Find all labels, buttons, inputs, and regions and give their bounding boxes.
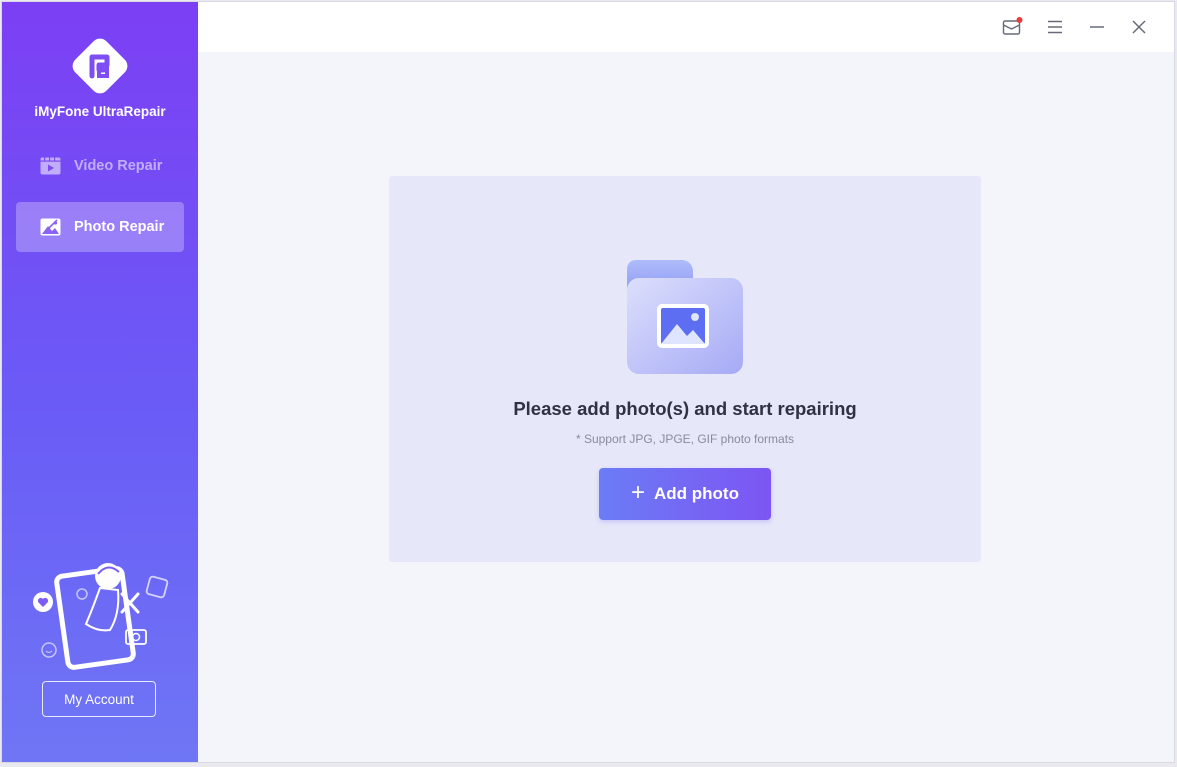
app-name: iMyFone UltraRepair — [34, 104, 166, 119]
repair-illustration — [33, 563, 169, 670]
sidebar-item-label: Photo Repair — [74, 219, 165, 235]
add-photo-button[interactable]: + Add photo — [599, 468, 771, 520]
supported-formats-note: * Support JPG, JPGE, GIF photo formats — [575, 432, 795, 446]
add-photo-label: Add photo — [654, 484, 739, 503]
sidebar-item-photo-repair[interactable]: Photo Repair — [16, 202, 184, 252]
photo-icon — [40, 218, 61, 236]
title-bar — [198, 2, 1174, 52]
app-logo-icon — [72, 38, 128, 94]
sidebar-item-label: Video Repair — [74, 158, 163, 174]
my-account-button[interactable]: My Account — [42, 681, 156, 717]
plus-icon: + — [631, 478, 646, 506]
sidebar-item-video-repair[interactable]: Video Repair — [16, 141, 184, 191]
panel-title: Please add photo(s) and start repairing — [513, 398, 857, 419]
minimize-icon[interactable] — [1086, 16, 1108, 38]
video-icon — [40, 157, 61, 175]
folder-photo-icon — [627, 260, 743, 374]
close-icon[interactable] — [1128, 16, 1150, 38]
menu-icon[interactable] — [1044, 16, 1066, 38]
sidebar: iMyFone UltraRepair Video Repair Photo R… — [2, 2, 198, 762]
upload-panel[interactable]: Please add photo(s) and start repairing … — [389, 176, 981, 562]
mail-icon[interactable] — [1001, 16, 1023, 38]
app-window: iMyFone UltraRepair Video Repair Photo R… — [2, 2, 1174, 762]
